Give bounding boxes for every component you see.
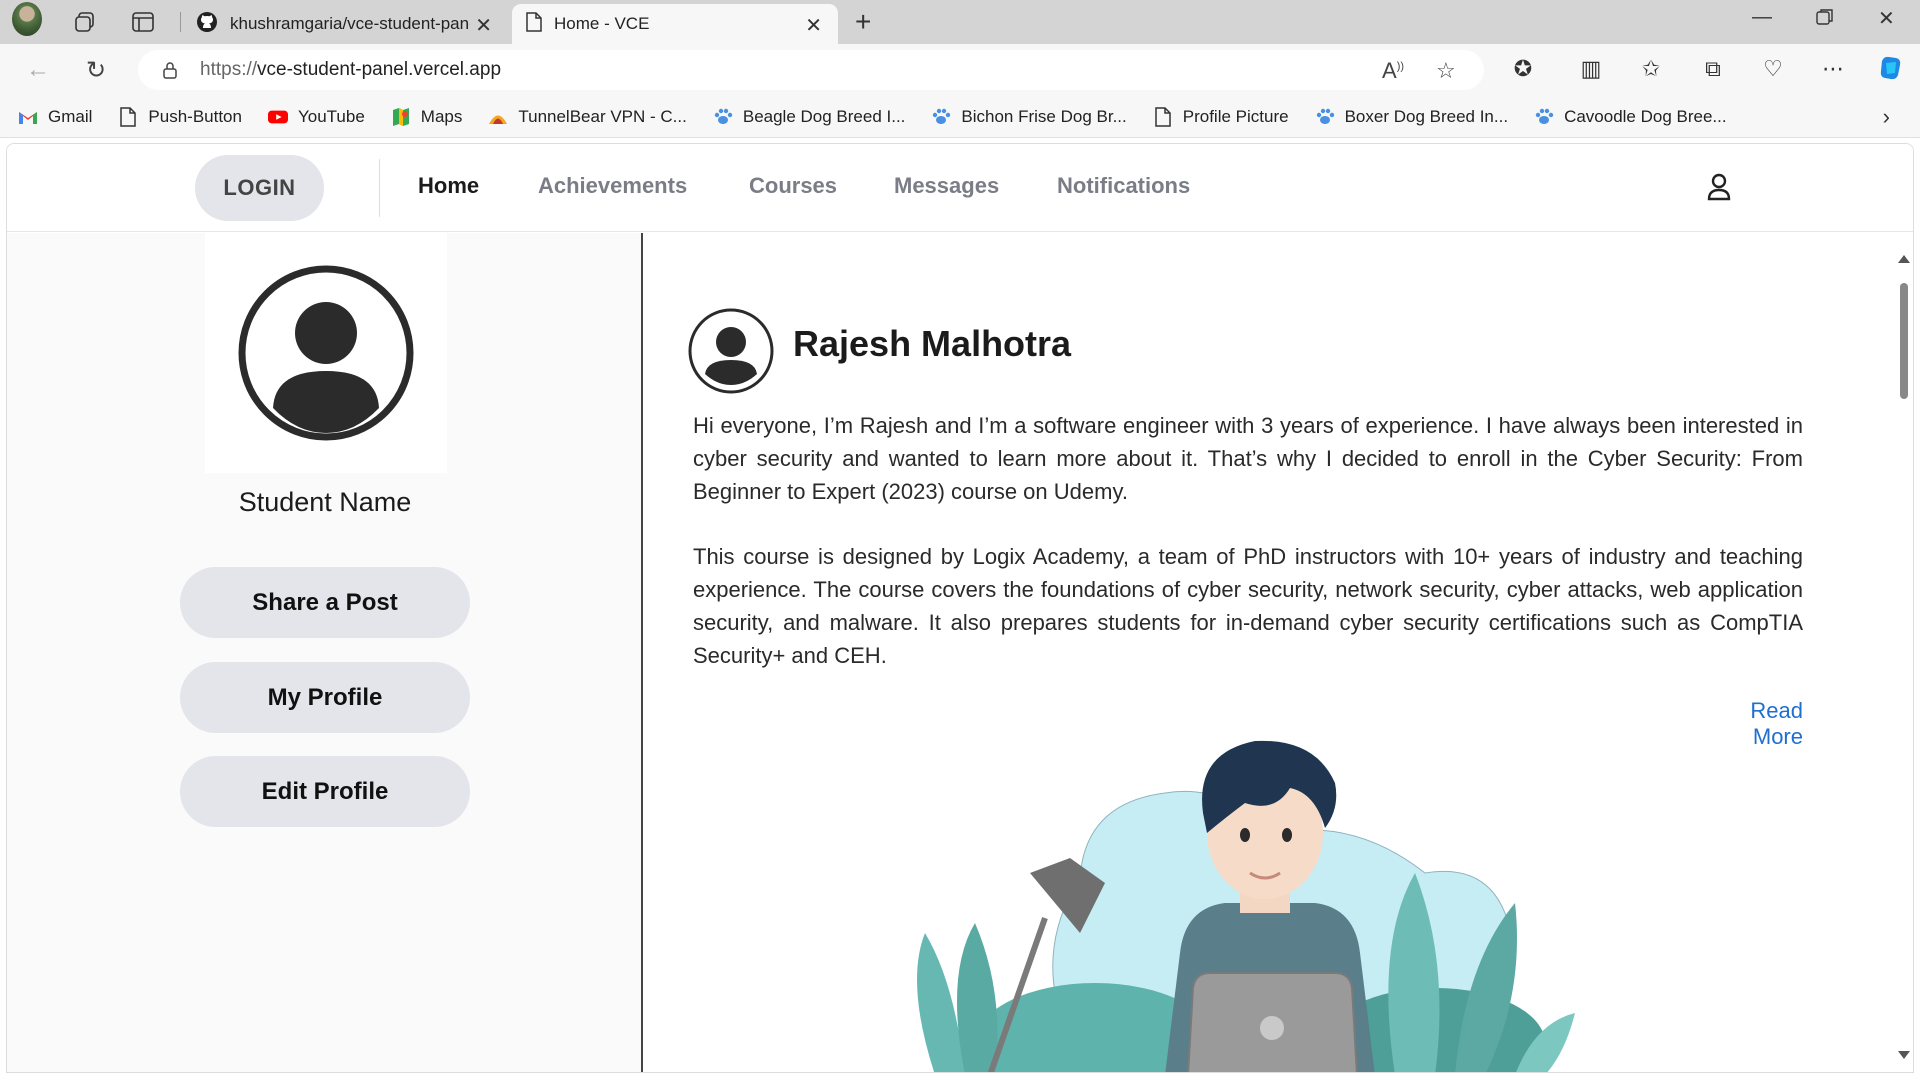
tunnelbear-icon (488, 107, 508, 127)
web-page: LOGIN Home Achievements Courses Messages… (6, 143, 1914, 1073)
bookmark-label: TunnelBear VPN - C... (518, 106, 687, 126)
paw-icon (713, 107, 733, 127)
gmail-icon (18, 107, 38, 127)
top-navigation: LOGIN Home Achievements Courses Messages… (7, 144, 1913, 232)
copilot-icon[interactable] (1876, 53, 1904, 89)
post-paragraph: Hi everyone, I’m Rajesh and I’m a softwa… (693, 413, 1803, 504)
bookmark-bichon[interactable]: Bichon Frise Dog Br... (931, 106, 1127, 127)
youtube-icon (267, 107, 288, 127)
bookmark-push-button[interactable]: Push-Button (118, 107, 242, 127)
chevron-right-icon[interactable]: › (1883, 104, 1890, 130)
tab-home-vce[interactable]: Home - VCE ✕ (512, 4, 838, 44)
minimize-icon[interactable]: — (1752, 6, 1772, 29)
bookmark-label: Push-Button (148, 106, 242, 126)
bookmark-label: Bichon Frise Dog Br... (961, 106, 1127, 126)
share-post-button[interactable]: Share a Post (180, 567, 470, 638)
scroll-down-icon[interactable] (1898, 1051, 1910, 1059)
author-avatar-icon (687, 307, 775, 400)
page-scrollbar[interactable] (1893, 233, 1913, 1072)
extensions-icon[interactable]: ✪ (1509, 56, 1537, 82)
url-text: https://vce-student-panel.vercel.app (200, 59, 501, 81)
restore-icon[interactable] (1816, 8, 1834, 32)
user-account-icon[interactable] (1707, 173, 1731, 206)
tab-title: Home - VCE (554, 14, 650, 33)
bookmark-youtube[interactable]: YouTube (267, 106, 365, 127)
github-icon (196, 11, 218, 38)
tab-github[interactable]: khushramgaria/vce-student-panel ✕ (182, 4, 508, 44)
browser-essentials-icon[interactable]: ♡ (1759, 56, 1787, 82)
paw-icon (1315, 107, 1335, 127)
bookmark-label: Maps (420, 106, 463, 126)
bookmark-maps[interactable]: Maps (391, 106, 463, 127)
page-icon (118, 106, 138, 127)
profile-avatar[interactable] (12, 2, 42, 36)
split-screen-icon[interactable]: ▥ (1577, 56, 1605, 82)
browser-tab-bar: khushramgaria/vce-student-panel ✕ Home -… (0, 0, 1920, 44)
bookmark-profile-picture[interactable]: Profile Picture (1153, 107, 1289, 127)
profile-sidebar: Student Name Share a Post My Profile Edi… (7, 233, 643, 1072)
bookmarks-bar: Gmail Push-Button YouTube Maps TunnelBea… (0, 96, 1920, 138)
bookmark-cavoodle[interactable]: Cavoodle Dog Bree... (1534, 107, 1727, 127)
workspaces-icon[interactable] (70, 7, 100, 37)
close-tab-icon[interactable]: ✕ (475, 13, 492, 38)
nav-courses[interactable]: Courses (749, 173, 837, 199)
nav-home[interactable]: Home (418, 173, 479, 199)
address-bar[interactable]: https://vce-student-panel.vercel.app A))… (138, 50, 1484, 90)
maps-icon (391, 107, 411, 127)
nav-divider (379, 159, 380, 217)
post-author-name: Rajesh Malhotra (793, 323, 1072, 364)
scrollbar-thumb[interactable] (1900, 283, 1908, 399)
my-profile-button[interactable]: My Profile (180, 662, 470, 733)
login-button[interactable]: LOGIN (195, 155, 324, 221)
bookmark-label: Beagle Dog Breed I... (742, 106, 906, 126)
url-host: vce-student-panel.vercel.app (257, 59, 502, 80)
favorite-star-icon[interactable]: ☆ (1436, 58, 1456, 84)
bookmark-label: Gmail (48, 106, 93, 126)
paw-icon (931, 107, 951, 127)
browser-toolbar: ← ↻ https://vce-student-panel.vercel.app… (0, 44, 1920, 96)
bookmark-beagle[interactable]: Beagle Dog Breed I... (713, 106, 906, 127)
tab-separator (180, 12, 181, 32)
page-icon (526, 11, 542, 37)
nav-achievements[interactable]: Achievements (538, 173, 687, 199)
edit-profile-button[interactable]: Edit Profile (180, 756, 470, 827)
favorites-icon[interactable]: ✩ (1637, 56, 1665, 82)
bookmark-gmail[interactable]: Gmail (18, 107, 92, 127)
student-name: Student Name (238, 487, 412, 517)
close-tab-icon[interactable]: ✕ (805, 13, 822, 38)
page-icon (1153, 106, 1173, 127)
nav-notifications[interactable]: Notifications (1057, 173, 1190, 199)
new-tab-icon[interactable]: + (855, 6, 871, 38)
scroll-up-icon[interactable] (1898, 255, 1910, 263)
more-options-icon[interactable]: ⋯ (1819, 56, 1847, 82)
post-feed: Rajesh Malhotra Hi everyone, I’m Rajesh … (645, 233, 1893, 1072)
url-scheme: https:// (200, 59, 258, 80)
nav-messages[interactable]: Messages (894, 173, 999, 199)
read-aloud-icon[interactable]: A)) (1382, 58, 1404, 84)
collections-icon[interactable]: ⧉ (1699, 56, 1727, 82)
bookmark-tunnelbear[interactable]: TunnelBear VPN - C... (488, 107, 687, 127)
bookmark-label: YouTube (297, 106, 365, 126)
profile-photo (205, 233, 447, 473)
close-window-icon[interactable]: ✕ (1878, 6, 1895, 31)
lock-icon[interactable] (162, 61, 178, 79)
back-icon[interactable]: ← (26, 56, 50, 84)
tab-title: khushramgaria/vce-student-panel (230, 14, 470, 33)
developer-illustration (895, 723, 1615, 1072)
bookmark-label: Profile Picture (1182, 106, 1289, 126)
read-more-link[interactable]: Read More (1695, 698, 1803, 750)
bookmark-boxer[interactable]: Boxer Dog Breed In... (1315, 107, 1508, 127)
vertical-tabs-icon[interactable] (128, 7, 158, 37)
user-avatar-icon (238, 265, 414, 441)
refresh-icon[interactable]: ↻ (86, 56, 106, 85)
post-paragraph: This course is designed by Logix Academy… (693, 544, 1803, 668)
bookmark-label: Boxer Dog Breed In... (1344, 106, 1509, 126)
bookmark-label: Cavoodle Dog Bree... (1564, 106, 1727, 126)
paw-icon (1534, 107, 1554, 127)
